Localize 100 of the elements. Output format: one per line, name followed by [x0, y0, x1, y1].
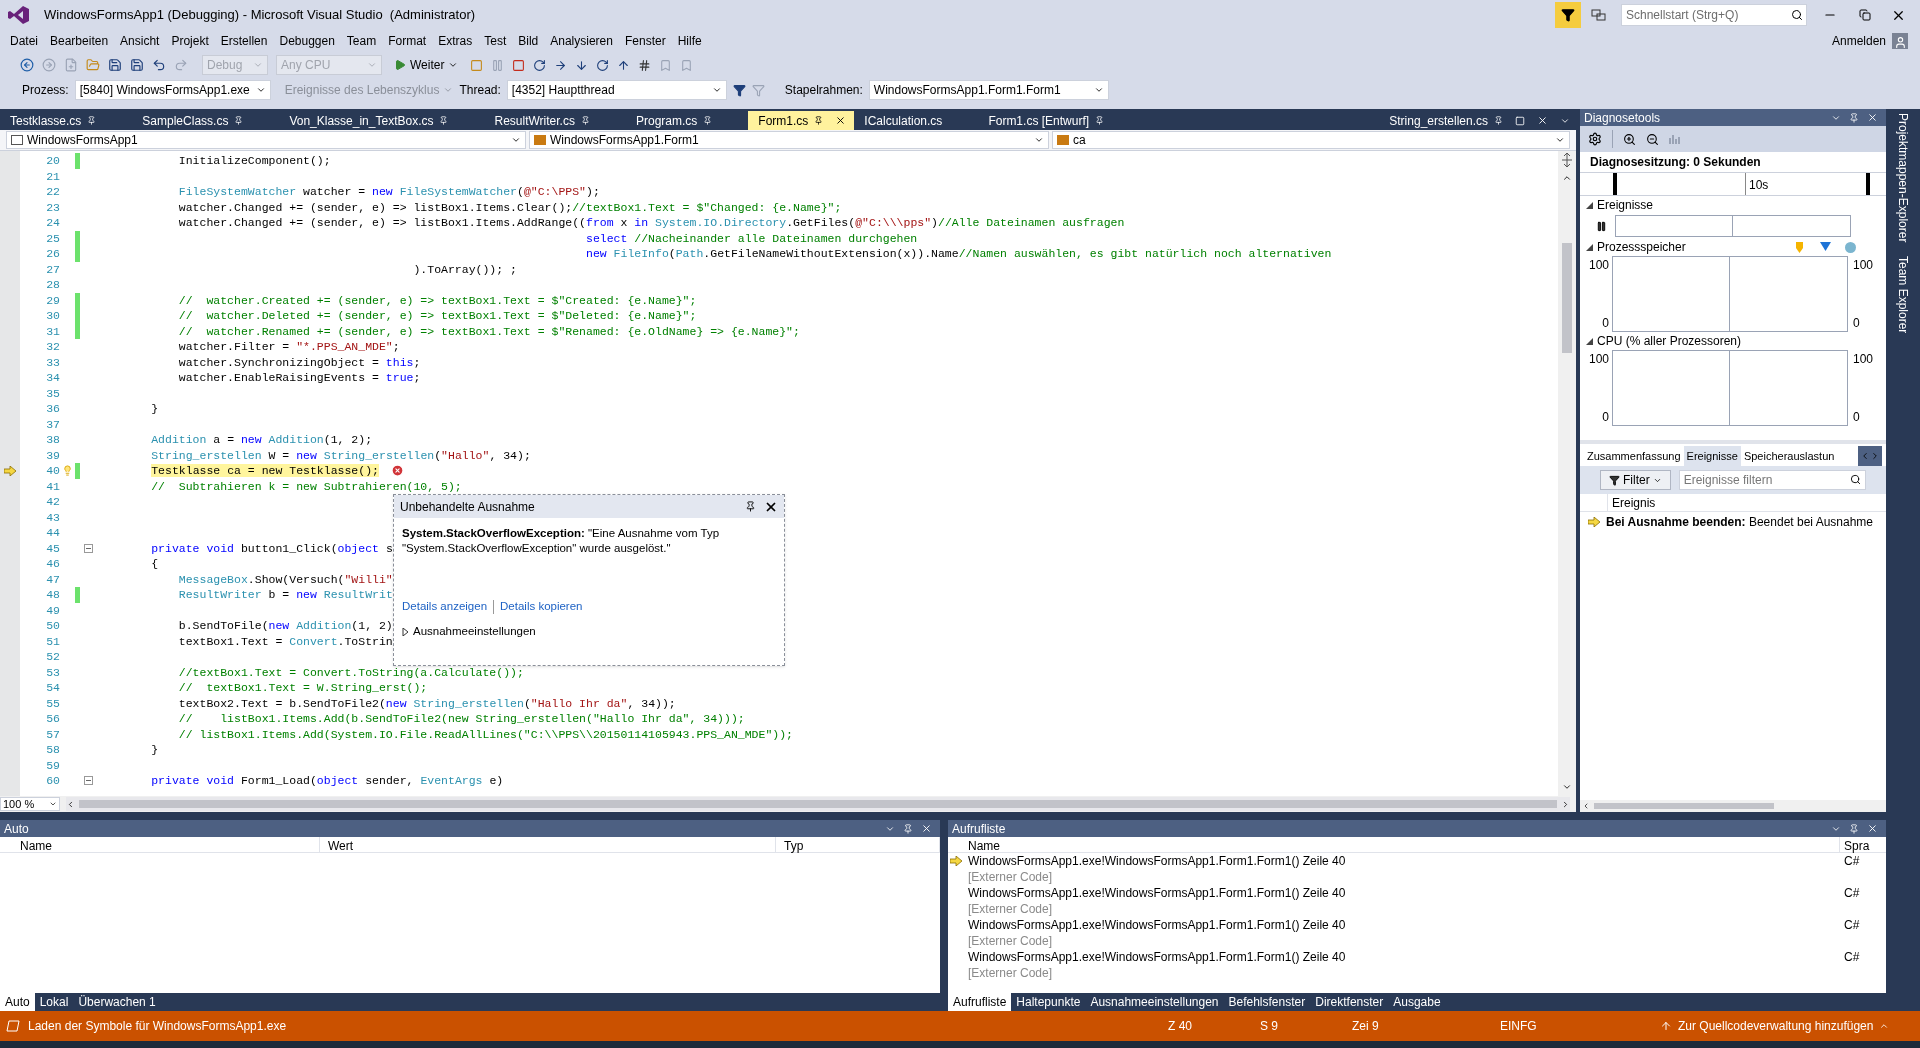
collapse-toggle[interactable] — [83, 776, 93, 786]
panel-tab[interactable]: Ausgabe — [1388, 993, 1446, 1011]
collapse-toggle[interactable] — [83, 543, 93, 553]
section-title: Ereignisse — [1597, 197, 1655, 214]
zoom-out-icon[interactable] — [1646, 132, 1659, 146]
back-icon[interactable] — [20, 58, 34, 72]
menu-item[interactable]: Ansicht — [114, 32, 166, 50]
panel-tab[interactable]: Befehlsfenster — [1223, 993, 1311, 1011]
document-tab[interactable]: SampleClass.cs — [132, 111, 280, 130]
split-icon[interactable] — [1561, 153, 1573, 167]
column-header: Wert — [320, 837, 776, 852]
diagnostics-tab[interactable]: Zusammenfassung — [1584, 446, 1684, 466]
step-over-icon[interactable] — [596, 58, 610, 72]
document-tab[interactable]: Von_Klasse_in_TextBox.cs — [279, 111, 485, 130]
quick-launch-field[interactable]: Schnellstart (Strg+Q) — [1621, 4, 1807, 26]
menu-item[interactable]: Extras — [432, 32, 479, 50]
thread-dropdown[interactable]: [4352] Hauptthread — [506, 80, 727, 100]
restart-icon[interactable] — [533, 58, 547, 72]
scroll-down-icon[interactable] — [1562, 782, 1572, 792]
scroll-thumb[interactable] — [79, 800, 1557, 808]
hex-icon[interactable] — [638, 58, 652, 72]
menu-item[interactable]: Analysieren — [544, 32, 619, 50]
scroll-thumb[interactable] — [1594, 803, 1774, 809]
next-statement-icon[interactable] — [554, 58, 568, 72]
diagnostics-tab[interactable]: Ereignisse — [1683, 446, 1741, 466]
navigation-dropdown[interactable]: ca — [1052, 131, 1570, 149]
exception-settings-expander[interactable]: Ausnahmeeinstellungen — [394, 623, 784, 641]
stop-icon[interactable] — [512, 58, 526, 72]
stack-frame-dropdown[interactable]: WindowsFormsApp1.Form1.Form1 — [868, 80, 1109, 100]
menu-item[interactable]: Test — [478, 32, 513, 50]
status-message: Laden der Symbole für WindowsFormsApp1.exe — [28, 1018, 288, 1035]
menu-item[interactable]: Bild — [512, 32, 545, 50]
zoom-in-icon[interactable] — [1623, 132, 1636, 146]
scroll-thumb[interactable] — [1562, 243, 1572, 353]
side-tab[interactable]: Team Explorer — [1894, 256, 1912, 334]
side-tab[interactable]: Projektmappen-Explorer — [1894, 113, 1912, 243]
navigation-dropdown[interactable]: WindowsFormsApp1 — [6, 131, 526, 149]
scroll-left-icon[interactable] — [1582, 802, 1590, 810]
panel-tab[interactable]: Direktfenster — [1310, 993, 1389, 1011]
panel-tab[interactable]: Aufrufliste — [948, 993, 1012, 1011]
diagnostics-tab[interactable]: Speicherauslastun — [1740, 446, 1838, 466]
close-icon[interactable] — [1537, 115, 1548, 126]
panel-tab[interactable]: Auto — [0, 993, 35, 1011]
panel-tab[interactable]: Lokal — [34, 993, 74, 1011]
popup-title: Unbehandelte Ausnahme — [400, 498, 536, 516]
code-line: textBox2.Text = b.SendToFile2(new String_erstellen("Hallo Ihr da", 34)); — [177, 695, 676, 711]
scroll-up-icon[interactable] — [1562, 173, 1572, 183]
panel-tab[interactable]: Ausnahmeeinstellungen — [1085, 993, 1224, 1011]
panel-tab[interactable]: Überwachen 1 — [73, 993, 161, 1011]
scroll-left-icon[interactable] — [66, 799, 75, 809]
menu-item[interactable]: Fenster — [618, 32, 672, 50]
scroll-right-icon[interactable] — [1561, 799, 1570, 809]
undo-icon[interactable] — [152, 58, 166, 72]
menu-item[interactable]: Format — [382, 32, 433, 50]
document-tab[interactable]: String_erstellen.cs — [1383, 111, 1509, 130]
document-tab[interactable]: Testklasse.cs — [0, 111, 133, 130]
document-tab[interactable]: Form1.cs [Entwurf] — [978, 111, 1141, 130]
source-control-button[interactable]: Zur Quellcodeverwaltung hinzufügen — [1660, 1017, 1890, 1035]
line-number: 59 — [45, 757, 60, 774]
restore-icon[interactable] — [1859, 9, 1871, 21]
zoom-dropdown[interactable]: 100 % — [0, 797, 60, 811]
details-link[interactable]: Details anzeigen — [402, 598, 488, 616]
events-search-field[interactable]: Ereignisse filtern — [1678, 470, 1866, 490]
menu-item[interactable]: Datei — [4, 32, 44, 50]
line-number: 34 — [45, 370, 60, 387]
stack-frame: [Externer Code] — [964, 932, 1840, 950]
session-label: Diagnosesitzung: 0 Sekunden — [1589, 154, 1762, 171]
line-number: 43 — [45, 509, 60, 526]
filter-button[interactable]: Filter — [1600, 470, 1671, 490]
menu-item[interactable]: Projekt — [165, 32, 215, 50]
menu-item[interactable]: Bearbeiten — [44, 32, 115, 50]
menu-item[interactable]: Erstellen — [214, 32, 274, 50]
navigation-dropdown[interactable]: WindowsFormsApp1.Form1 — [529, 131, 1049, 149]
menu-item[interactable]: Team — [340, 32, 383, 50]
details-link[interactable]: Details kopieren — [500, 598, 583, 616]
document-tab[interactable]: ICalculation.cs — [854, 111, 979, 130]
sign-in-link[interactable]: Anmelden — [1831, 32, 1886, 50]
status-column: S 9 — [1260, 1017, 1352, 1035]
expander-icon[interactable] — [1586, 201, 1593, 209]
pause-icon[interactable] — [1596, 220, 1607, 232]
document-tab[interactable]: Program.cs — [625, 111, 749, 130]
save-icon[interactable] — [108, 58, 122, 72]
panel-tab[interactable]: Haltepunkte — [1011, 993, 1086, 1011]
step-into-icon[interactable] — [575, 58, 589, 72]
save-all-icon[interactable] — [130, 58, 144, 72]
expander-icon[interactable] — [1586, 243, 1593, 251]
step-out-icon[interactable] — [617, 58, 631, 72]
filter-icon[interactable] — [732, 83, 746, 97]
stack-frame: WindowsFormsApp1.exe!WindowsFormsApp1.Form1.Form1() Zeile 40 — [964, 916, 1840, 934]
document-tab[interactable]: Form1.cs — [748, 111, 855, 130]
continue-button[interactable]: Weiter — [390, 55, 463, 75]
stack-frame: WindowsFormsApp1.exe!WindowsFormsApp1.Form1.Form1() Zeile 40 — [964, 948, 1840, 966]
menu-item[interactable]: Hilfe — [671, 32, 708, 50]
menu-item[interactable]: Debuggen — [273, 32, 341, 50]
pin-icon[interactable] — [745, 501, 756, 512]
settings-icon[interactable] — [1588, 132, 1602, 146]
close-icon — [835, 115, 847, 126]
expander-icon[interactable] — [1586, 337, 1593, 345]
document-tab[interactable]: ResultWriter.cs — [484, 111, 626, 130]
process-dropdown[interactable]: [5840] WindowsFormsApp1.exe — [74, 80, 271, 100]
